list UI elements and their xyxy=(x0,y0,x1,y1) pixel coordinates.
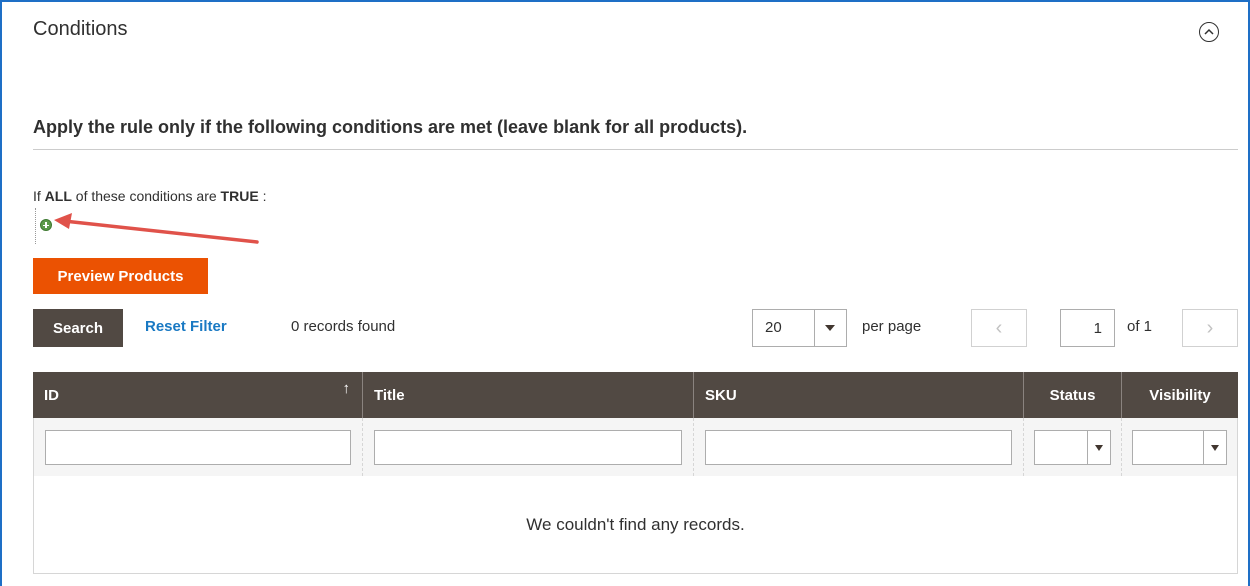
column-header-id[interactable]: ID ↑ xyxy=(33,372,363,418)
collapse-toggle-button[interactable] xyxy=(1199,22,1219,42)
divider xyxy=(33,149,1238,150)
per-page-label: per page xyxy=(862,318,922,335)
column-header-label: Visibility xyxy=(1149,386,1211,404)
next-page-button[interactable]: › xyxy=(1182,309,1238,347)
grid-header-row: ID ↑ Title SKU Status Visibility xyxy=(33,372,1238,418)
filter-cell-sku xyxy=(694,418,1024,476)
reset-filter-link[interactable]: Reset Filter xyxy=(145,318,227,335)
select-divider xyxy=(1087,430,1088,464)
caret-down-icon xyxy=(1211,444,1219,451)
section-title: Conditions xyxy=(33,18,128,40)
empty-state-message: We couldn't find any records. xyxy=(33,476,1238,574)
products-grid: ID ↑ Title SKU Status Visibility We coul… xyxy=(33,372,1238,574)
column-header-label: SKU xyxy=(705,386,737,404)
preview-products-button[interactable]: Preview Products xyxy=(33,258,208,294)
caret-down-icon xyxy=(825,325,835,331)
visibility-filter-select[interactable] xyxy=(1132,429,1227,465)
title-filter-input[interactable] xyxy=(374,429,682,465)
status-filter-select[interactable] xyxy=(1034,429,1111,465)
page-number-input[interactable] xyxy=(1060,309,1115,347)
filter-cell-id xyxy=(34,418,363,476)
sku-filter-input[interactable] xyxy=(705,429,1012,465)
previous-page-button[interactable]: ‹ xyxy=(971,309,1027,347)
annotation-arrow xyxy=(54,213,259,244)
total-pages-label: of 1 xyxy=(1127,318,1153,335)
filter-cell-title xyxy=(363,418,694,476)
aggregator-selector[interactable]: ALL xyxy=(45,188,72,204)
filter-cell-status xyxy=(1024,418,1122,476)
column-header-label: Status xyxy=(1049,386,1096,404)
records-count: 0 records found xyxy=(291,318,396,335)
condition-statement: If ALL of these conditions are TRUE : xyxy=(33,188,266,204)
chevron-up-icon xyxy=(1204,28,1214,35)
value-selector[interactable]: TRUE xyxy=(221,188,259,204)
column-header-visibility[interactable]: Visibility xyxy=(1122,372,1238,418)
conditions-heading: Apply the rule only if the following con… xyxy=(33,117,748,137)
per-page-value: 20 xyxy=(765,319,782,336)
condition-middle: of these conditions are xyxy=(75,188,217,204)
column-header-status[interactable]: Status xyxy=(1024,372,1122,418)
condition-prefix: If xyxy=(33,188,41,204)
column-header-label: Title xyxy=(374,386,405,404)
chevron-right-icon: › xyxy=(1206,316,1214,339)
column-header-label: ID xyxy=(44,386,59,404)
condition-suffix: : xyxy=(262,188,267,204)
sort-ascending-icon: ↑ xyxy=(342,380,351,397)
caret-down-icon xyxy=(1095,444,1103,451)
filter-cell-visibility xyxy=(1122,418,1237,476)
select-divider xyxy=(814,310,815,346)
chevron-left-icon: ‹ xyxy=(995,316,1003,339)
per-page-select[interactable]: 20 xyxy=(752,309,847,347)
column-header-sku[interactable]: SKU xyxy=(694,372,1024,418)
select-divider xyxy=(1203,430,1204,464)
grid-filter-row xyxy=(33,418,1238,476)
id-filter-input[interactable] xyxy=(45,429,351,465)
condition-tree-line xyxy=(35,208,36,244)
search-button[interactable]: Search xyxy=(33,309,123,347)
column-header-title[interactable]: Title xyxy=(363,372,694,418)
